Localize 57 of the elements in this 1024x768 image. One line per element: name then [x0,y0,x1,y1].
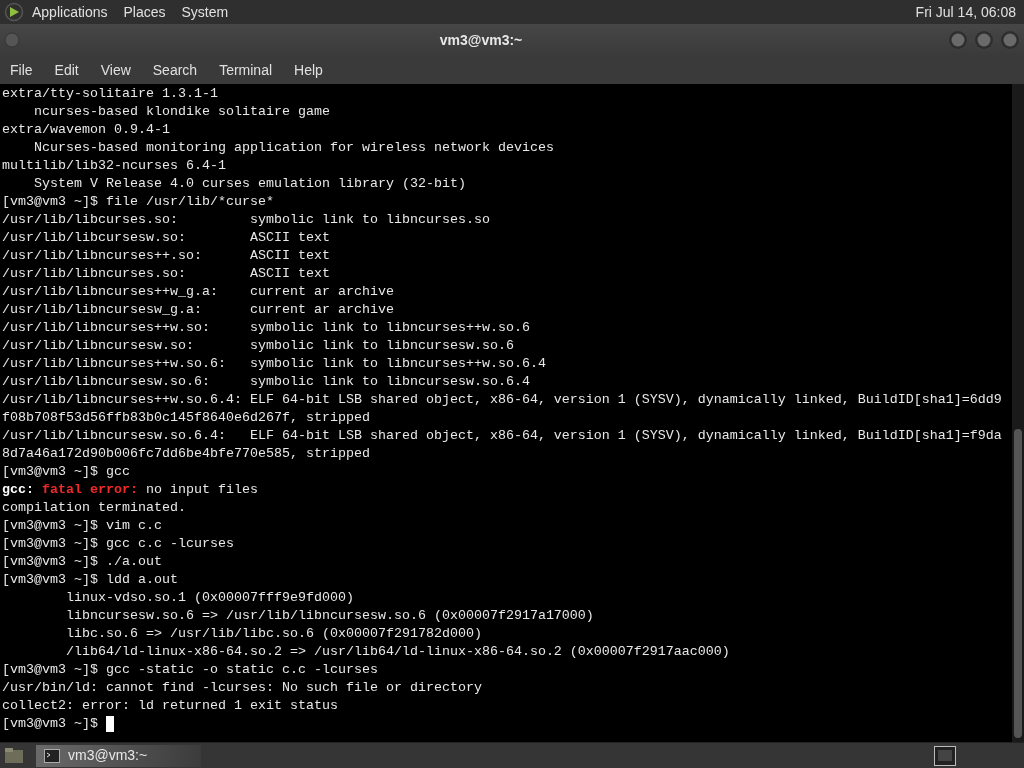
maximize-icon[interactable] [974,30,994,50]
terminal-line: [vm3@vm3 ~]$ vim c.c [2,517,162,535]
terminal-line: Ncurses-based monitoring application for wireless network devices [33,139,554,157]
terminal-line: /usr/lib/libncurses.so: ASCII text [2,265,330,283]
menu-item[interactable]: View [100,59,131,81]
menu-item[interactable]: Help [294,59,323,81]
terminal-line: f08b708f53d56ffb83b0c145f8640e6d267f, stripped [2,409,370,427]
scrollbar-thumb[interactable] [1014,429,1022,738]
terminal-line: [vm3@vm3 ~]$ gcc [2,463,130,481]
panel-menu[interactable]: Places [123,1,166,23]
terminal-line: /usr/lib/libncursesw.so.6: symbolic link to libncursesw.so.6.4 [2,373,530,391]
workspace-icon[interactable] [934,745,956,766]
terminal-line: /usr/lib/libncurses++w.so.6: symbolic link to libncurses++w.so.6.4 [2,355,546,373]
terminal-line: /usr/lib/libncurses++w_g.a: current ar archive [2,283,394,301]
terminal-line: collect2: error: ld returned 1 exit status [2,697,338,715]
terminal-line: libc.so.6 => /usr/lib/libc.so.6 (0x00007f291782d000) [65,625,482,643]
window-menu-icon[interactable] [4,32,20,48]
terminal-line: ncurses-based klondike solitaire game [33,103,330,121]
terminal-line: 8d7a46a172d90b006fc7dd6be4bfe770e585, stripped [2,445,370,463]
terminal-line: /usr/lib/libcursesw.so: ASCII text [2,229,330,247]
terminal-line: [vm3@vm3 ~]$ ldd a.out [2,571,178,589]
terminal-line: [vm3@vm3 ~]$ [2,715,99,733]
terminal-line: /usr/lib/libncursesw_g.a: current ar archive [2,301,394,319]
taskbar-task[interactable]: vm3@vm3:~ [36,744,201,767]
terminal-line: /usr/lib/libncursesw.so.6.4: ELF 64-bit LSB shared object, x86-64, version 1 (SYSV), dynamically linked, BuildID[sha1]=f9da [2,427,1002,445]
terminal-line: [vm3@vm3 ~]$ ./a.out [2,553,162,571]
clock: Fri Jul 14, 06:08 [915,2,1016,22]
terminal-line: [vm3@vm3 ~]$ gcc c.c -lcurses [2,535,234,553]
menu-item[interactable]: Search [152,59,198,81]
terminal-line: multilib/lib32-ncurses 6.4-1 [2,157,226,175]
terminal-icon [44,748,60,763]
terminal-line: /usr/lib/libcurses.so: symbolic link to libncurses.so [2,211,490,229]
scrollbar[interactable] [1012,84,1024,742]
logo-icon [4,2,24,22]
panel-menu[interactable]: Applications [32,1,108,23]
menu-item[interactable]: File [10,59,33,81]
terminal-line: extra/tty-solitaire 1.3.1-1 [2,85,218,103]
terminal-line: /lib64/ld-linux-x86-64.so.2 => /usr/lib64/ld-linux-x86-64.so.2 (0x00007f2917aac000) [65,643,730,661]
menu-item[interactable]: Terminal [219,59,273,81]
minimize-icon[interactable] [948,30,968,50]
window-title: vm3@vm3:~ [439,30,523,50]
terminal-line: [vm3@vm3 ~]$ file /usr/lib/*curse* [2,193,274,211]
terminal-line: System V Release 4.0 curses emulation library (32-bit) [33,175,466,193]
terminal-line: /usr/bin/ld: cannot find -lcurses: No such file or directory [2,679,482,697]
terminal-line: /usr/lib/libncurses++w.so.6.4: ELF 64-bit LSB shared object, x86-64, version 1 (SYSV), dynamically linked, BuildID[sha1]=6dd9 [2,391,1002,409]
menu-item[interactable]: Edit [54,59,79,81]
terminal-line: extra/wavemon 0.9.4-1 [2,121,170,139]
terminal-line: linux-vdso.so.1 (0x00007fff9e9fd000) [65,589,354,607]
terminal-line: compilation terminated. [2,499,186,517]
terminal-line: gcc: fatal error: no input files [2,481,258,499]
terminal-line: /usr/lib/libncursesw.so: symbolic link to libncursesw.so.6 [2,337,514,355]
panel-menu[interactable]: System [181,1,229,23]
close-icon[interactable] [1000,30,1020,50]
terminal-line: libncursesw.so.6 => /usr/lib/libncursesw.so.6 (0x00007f2917a17000) [65,607,594,625]
terminal-line: /usr/lib/libncurses++w.so: symbolic link to libncurses++w.so.6 [2,319,530,337]
terminal-line: [vm3@vm3 ~]$ gcc -static -o static c.c -lcurses [2,661,378,679]
terminal-line: /usr/lib/libncurses++.so: ASCII text [2,247,330,265]
